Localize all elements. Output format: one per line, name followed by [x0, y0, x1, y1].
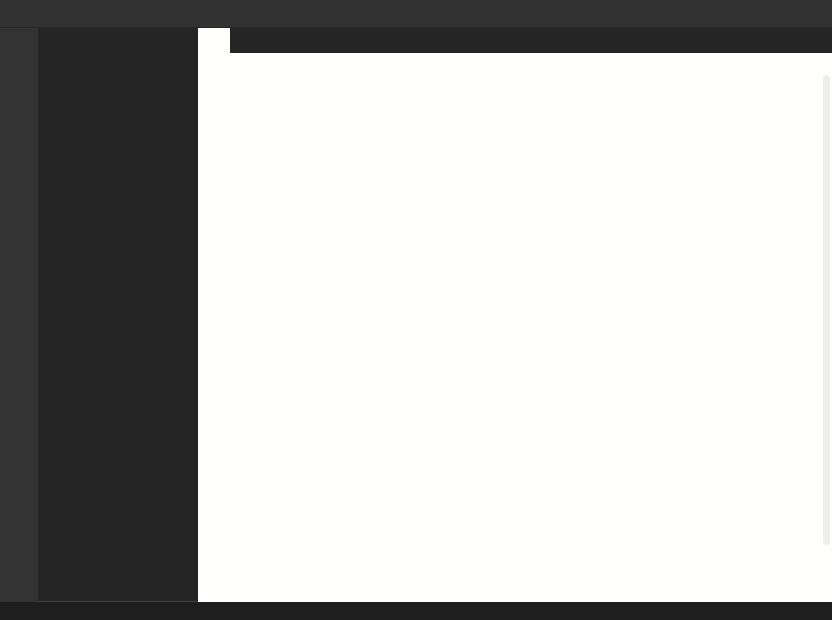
status-right — [826, 602, 832, 620]
app-logo — [0, 0, 26, 28]
editor-group — [198, 28, 832, 602]
editor-actions — [808, 28, 832, 53]
explorer-sidebar — [38, 28, 198, 602]
status-bar — [0, 602, 832, 620]
workbench — [0, 28, 832, 602]
editor-scrollbar[interactable] — [823, 75, 830, 545]
tab-bar — [198, 28, 832, 53]
activity-bar — [0, 28, 38, 602]
tab-helloworld[interactable] — [198, 28, 230, 53]
code-editor[interactable] — [198, 73, 832, 602]
title-bar — [0, 0, 832, 28]
breadcrumb — [198, 53, 832, 73]
sidebar-header — [38, 28, 198, 54]
remote-indicator[interactable] — [0, 602, 16, 620]
project-section-header[interactable] — [38, 54, 198, 76]
vscode-window — [0, 0, 832, 620]
